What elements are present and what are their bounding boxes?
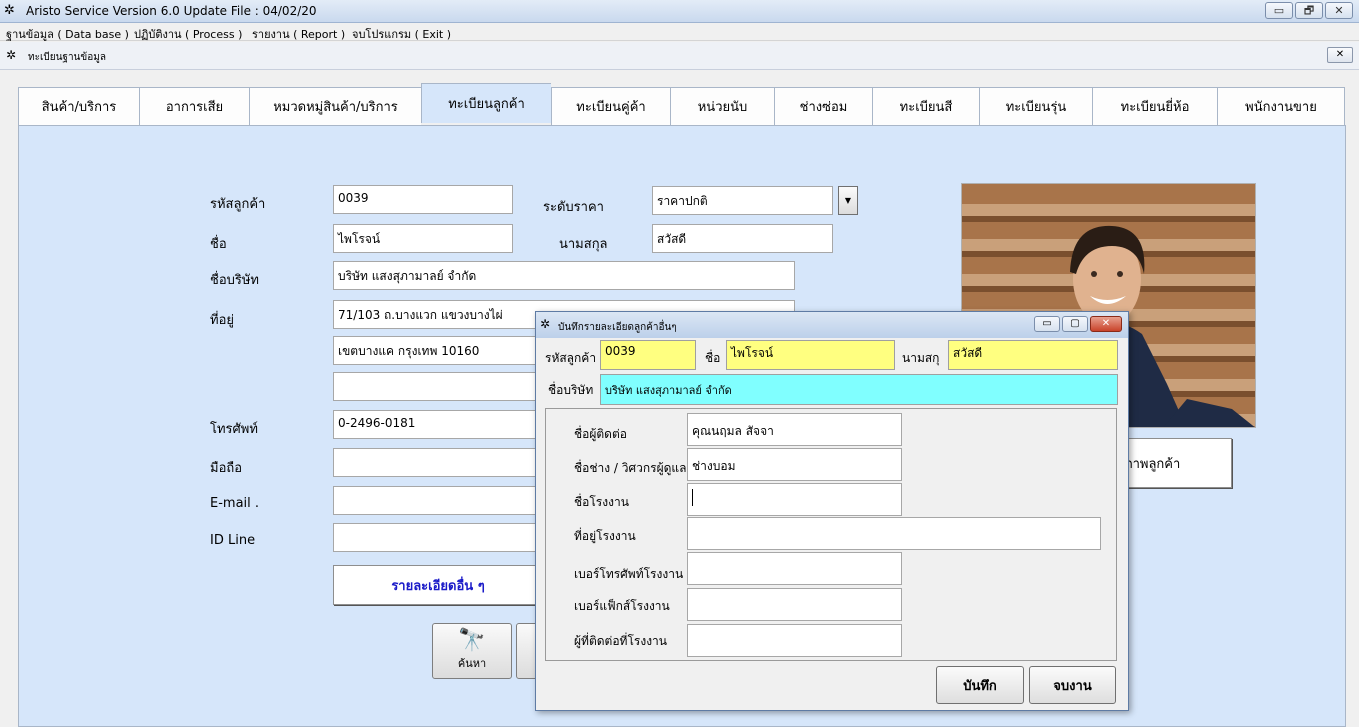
factory-phone-label: เบอร์โทรศัพท์โรงงาน [574, 567, 684, 581]
tab-products[interactable]: สินค้า/บริการ [18, 87, 139, 125]
more-details-button[interactable]: รายละเอียดอื่น ๆ [333, 565, 543, 605]
search-button-label: ค้นหา [457, 657, 487, 670]
company-field[interactable]: บริษัท แสงสุภามาลย์ จำกัด [333, 261, 795, 290]
dialog-minimize-button[interactable]: ▭ [1034, 316, 1060, 332]
save-button[interactable]: บันทึก [936, 666, 1024, 704]
name-label: ชื่อ [210, 237, 227, 252]
tab-colors[interactable]: ทะเบียนสี [872, 87, 979, 125]
dialog-surname-label: นามสกุ [902, 351, 940, 365]
dialog-title: บันทึกรายละเอียดลูกค้าอื่นๆ [558, 322, 677, 333]
dialog-code-label: รหัสลูกค้า [545, 351, 597, 365]
tab-brands[interactable]: ทะเบียนยี่ห้อ [1092, 87, 1217, 125]
app-icon: ✲ [4, 3, 15, 18]
contact-field[interactable]: คุณนฤมล สัจจา [687, 413, 902, 446]
close-button[interactable]: ✕ [1325, 2, 1353, 19]
tab-partners[interactable]: ทะเบียนคู่ค้า [551, 87, 670, 125]
surname-field[interactable]: สวัสดี [652, 224, 833, 253]
menu-exit[interactable]: จบโปรแกรม ( Exit ) [352, 25, 451, 43]
tab-categories[interactable]: หมวดหมู่สินค้า/บริการ [249, 87, 421, 125]
address-label: ที่อยู่ [210, 313, 234, 328]
factory-phone-field[interactable] [687, 552, 902, 585]
menu-report[interactable]: รายงาน ( Report ) [252, 25, 345, 43]
mobile-label: มือถือ [210, 461, 243, 476]
dialog-company-field[interactable]: บริษัท แสงสุภามาลย์ จำกัด [600, 374, 1118, 405]
dialog-titlebar: ✲ บันทึกรายละเอียดลูกค้าอื่นๆ ▭ ▢ ✕ [536, 312, 1128, 338]
subwindow-titlebar: ✲ ทะเบียนฐานข้อมูล ✕ [0, 42, 1359, 70]
factory-address-label: ที่อยู่โรงงาน [574, 529, 636, 543]
tab-units[interactable]: หน่วยนับ [670, 87, 774, 125]
price-level-label: ระดับราคา [543, 200, 604, 215]
customer-code-field[interactable]: 0039 [333, 185, 513, 214]
menu-process[interactable]: ปฏิบัติงาน ( Process ) [134, 25, 242, 43]
technician-label: ชื่อช่าง / วิศวกรผู้ดูแล [574, 461, 687, 475]
email-label: E-mail . [210, 496, 260, 511]
customer-code-label: รหัสลูกค้า [210, 197, 266, 212]
tab-technicians[interactable]: ช่างซ่อม [774, 87, 872, 125]
text-caret [692, 489, 693, 506]
tab-models[interactable]: ทะเบียนรุ่น [979, 87, 1092, 125]
company-label: ชื่อบริษัท [210, 273, 260, 288]
window-titlebar: ✲ Aristo Service Version 6.0 Update File… [0, 0, 1359, 23]
binoculars-icon: 🔭 [458, 628, 486, 653]
factory-fax-field[interactable] [687, 588, 902, 621]
dialog-name-label: ชื่อ [705, 351, 721, 365]
minimize-button[interactable]: ▭ [1265, 2, 1293, 19]
dialog-surname-field[interactable]: สวัสดี [948, 340, 1118, 370]
chevron-down-icon[interactable]: ▼ [838, 186, 858, 215]
menu-bar: ฐานข้อมูล ( Data base ) ปฏิบัติงาน ( Pro… [0, 23, 1359, 41]
factory-address-field[interactable] [687, 517, 1101, 550]
factory-fax-label: เบอร์แฟ็กส์โรงงาน [574, 599, 670, 613]
dialog-details-group: ชื่อผู้ติดต่อ คุณนฤมล สัจจา ชื่อช่าง / ว… [545, 408, 1117, 661]
subwindow-close-button[interactable]: ✕ [1327, 47, 1353, 63]
contact-label: ชื่อผู้ติดต่อ [574, 427, 627, 441]
customer-details-dialog: ✲ บันทึกรายละเอียดลูกค้าอื่นๆ ▭ ▢ ✕ รหัส… [535, 311, 1129, 711]
phone-label: โทรศัพท์ [210, 422, 258, 437]
tab-salespersons[interactable]: พนักงานขาย [1217, 87, 1345, 125]
dialog-company-label: ชื่อบริษัท [548, 383, 594, 397]
tab-symptoms[interactable]: อาการเสีย [139, 87, 249, 125]
subwindow-icon: ✲ [6, 48, 17, 62]
factory-contact-field[interactable] [687, 624, 902, 657]
name-field[interactable]: ไพโรจน์ [333, 224, 513, 253]
tab-customers[interactable]: ทะเบียนลูกค้า [421, 83, 551, 123]
subwindow-title: ทะเบียนฐานข้อมูล [28, 52, 106, 63]
menu-database[interactable]: ฐานข้อมูล ( Data base ) [6, 25, 129, 43]
search-button[interactable]: 🔭 ค้นหา [432, 623, 512, 679]
factory-name-field[interactable] [687, 483, 902, 516]
factory-contact-label: ผู้ที่ติดต่อที่โรงงาน [574, 634, 667, 648]
tab-strip: สินค้า/บริการ อาการเสีย หมวดหมู่สินค้า/บ… [18, 83, 1345, 125]
dialog-name-field[interactable]: ไพโรจน์ [726, 340, 895, 370]
price-level-select[interactable]: ราคาปกติ [652, 186, 833, 215]
dialog-close-button[interactable]: ✕ [1090, 316, 1122, 332]
technician-field[interactable]: ช่างบอม [687, 448, 902, 481]
factory-name-label: ชื่อโรงงาน [574, 495, 629, 509]
surname-label: นามสกุล [559, 237, 608, 252]
window-title: Aristo Service Version 6.0 Update File :… [26, 4, 317, 18]
dialog-code-field[interactable]: 0039 [600, 340, 696, 370]
dialog-maximize-button[interactable]: ▢ [1062, 316, 1088, 332]
dialog-icon: ✲ [540, 317, 551, 331]
finish-button[interactable]: จบงาน [1029, 666, 1116, 704]
line-id-label: ID Line [210, 533, 256, 548]
maximize-button[interactable]: 🗗 [1295, 2, 1323, 19]
